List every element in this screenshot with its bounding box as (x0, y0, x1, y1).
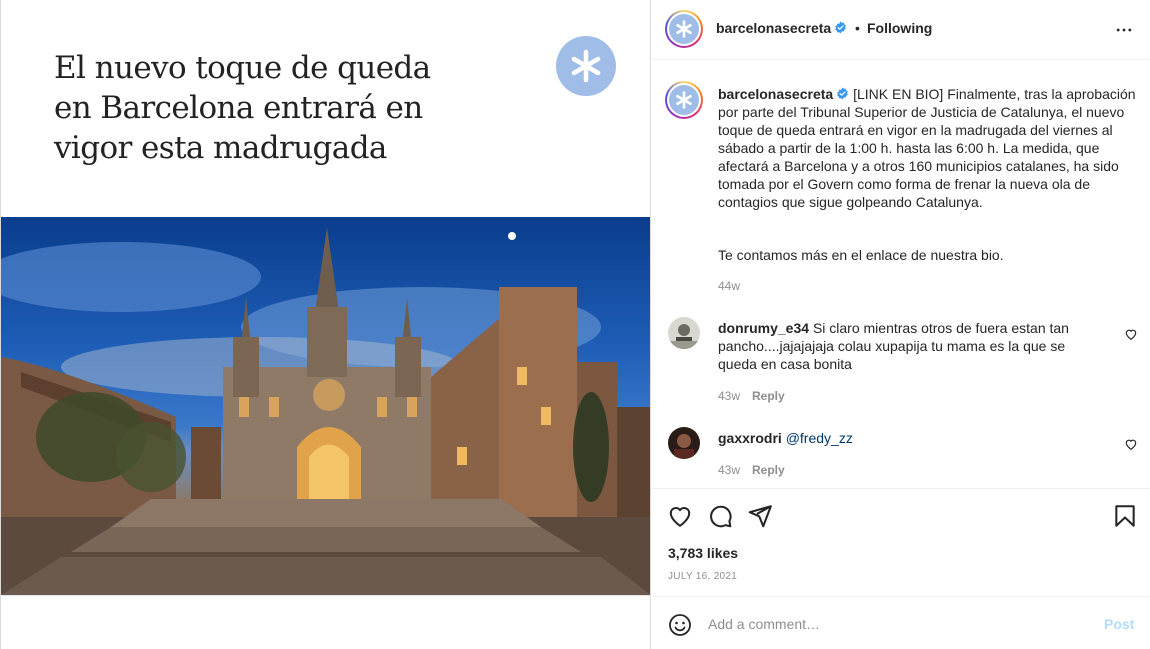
more-options-icon[interactable] (1114, 20, 1134, 40)
comment-timestamp[interactable]: 43w (718, 389, 740, 403)
comment-icon[interactable] (707, 503, 733, 529)
asterisk-icon (676, 91, 692, 109)
comment-body: donrumy_e34 Si claro mientras otros de f… (718, 319, 1098, 373)
author-avatar[interactable] (665, 10, 703, 48)
media-headline: El nuevo toque de queda en Barcelona ent… (54, 48, 494, 168)
caption-text: [LINK EN BIO] Finalmente, tras la aproba… (718, 86, 1136, 210)
comments-list[interactable]: barcelonasecreta [LINK EN BIO] Finalment… (652, 61, 1150, 488)
post-comment-button[interactable]: Post (1104, 616, 1134, 632)
headline-line: El nuevo toque de queda (54, 50, 431, 86)
add-comment-bar: Post (652, 596, 1150, 649)
verified-badge-icon (835, 21, 846, 34)
headline-line: vigor esta madrugada (54, 130, 387, 166)
comment-username[interactable]: donrumy_e34 (718, 320, 809, 336)
heart-icon[interactable] (667, 503, 693, 529)
post-actions: 3,783 likes JULY 16, 2021 (652, 488, 1150, 596)
post-header: barcelonasecreta • Following (652, 0, 1150, 60)
commenter-avatar[interactable] (668, 317, 700, 349)
comment-meta: 43w Reply (718, 463, 785, 477)
heart-icon[interactable] (1124, 437, 1138, 451)
verified-badge-icon (837, 87, 848, 100)
comment-body: gaxxrodri @fredy_zz (718, 429, 1098, 447)
asterisk-icon (676, 20, 692, 38)
caption-timestamp[interactable]: 44w (718, 279, 740, 293)
post-sidebar: barcelonasecreta • Following barcelonase… (652, 0, 1150, 649)
commenter-avatar[interactable] (668, 427, 700, 459)
bookmark-icon[interactable] (1112, 503, 1138, 529)
caption-extra-text: Te contamos más en el enlace de nuestra … (718, 247, 1004, 263)
media-divider (1, 595, 650, 596)
caption-username[interactable]: barcelonasecreta (718, 86, 833, 102)
comment-meta: 43w Reply (718, 389, 785, 403)
emoji-icon[interactable] (668, 613, 692, 637)
reply-button[interactable]: Reply (752, 389, 785, 403)
headline-line: en Barcelona entrará en (54, 90, 423, 126)
comment-username[interactable]: gaxxrodri (718, 430, 782, 446)
post-date: JULY 16, 2021 (668, 571, 738, 582)
post-media[interactable]: El nuevo toque de queda en Barcelona ent… (0, 0, 651, 649)
header-separator: • (855, 20, 860, 36)
caption-avatar[interactable] (665, 81, 703, 119)
heart-icon[interactable] (1124, 327, 1138, 341)
comment-input[interactable] (708, 611, 1088, 637)
cathedral-photo (1, 217, 650, 595)
asterisk-logo-icon (556, 36, 616, 96)
author-username-text[interactable]: barcelonasecreta (716, 20, 831, 36)
likes-count[interactable]: 3,783 likes (668, 545, 738, 561)
share-icon[interactable] (747, 503, 773, 529)
comment-mention-link[interactable]: @fredy_zz (786, 430, 853, 446)
following-button[interactable]: Following (867, 20, 932, 36)
post-caption: barcelonasecreta [LINK EN BIO] Finalment… (718, 85, 1138, 211)
reply-button[interactable]: Reply (752, 463, 785, 477)
author-username[interactable]: barcelonasecreta (716, 20, 847, 36)
comment-timestamp[interactable]: 43w (718, 463, 740, 477)
